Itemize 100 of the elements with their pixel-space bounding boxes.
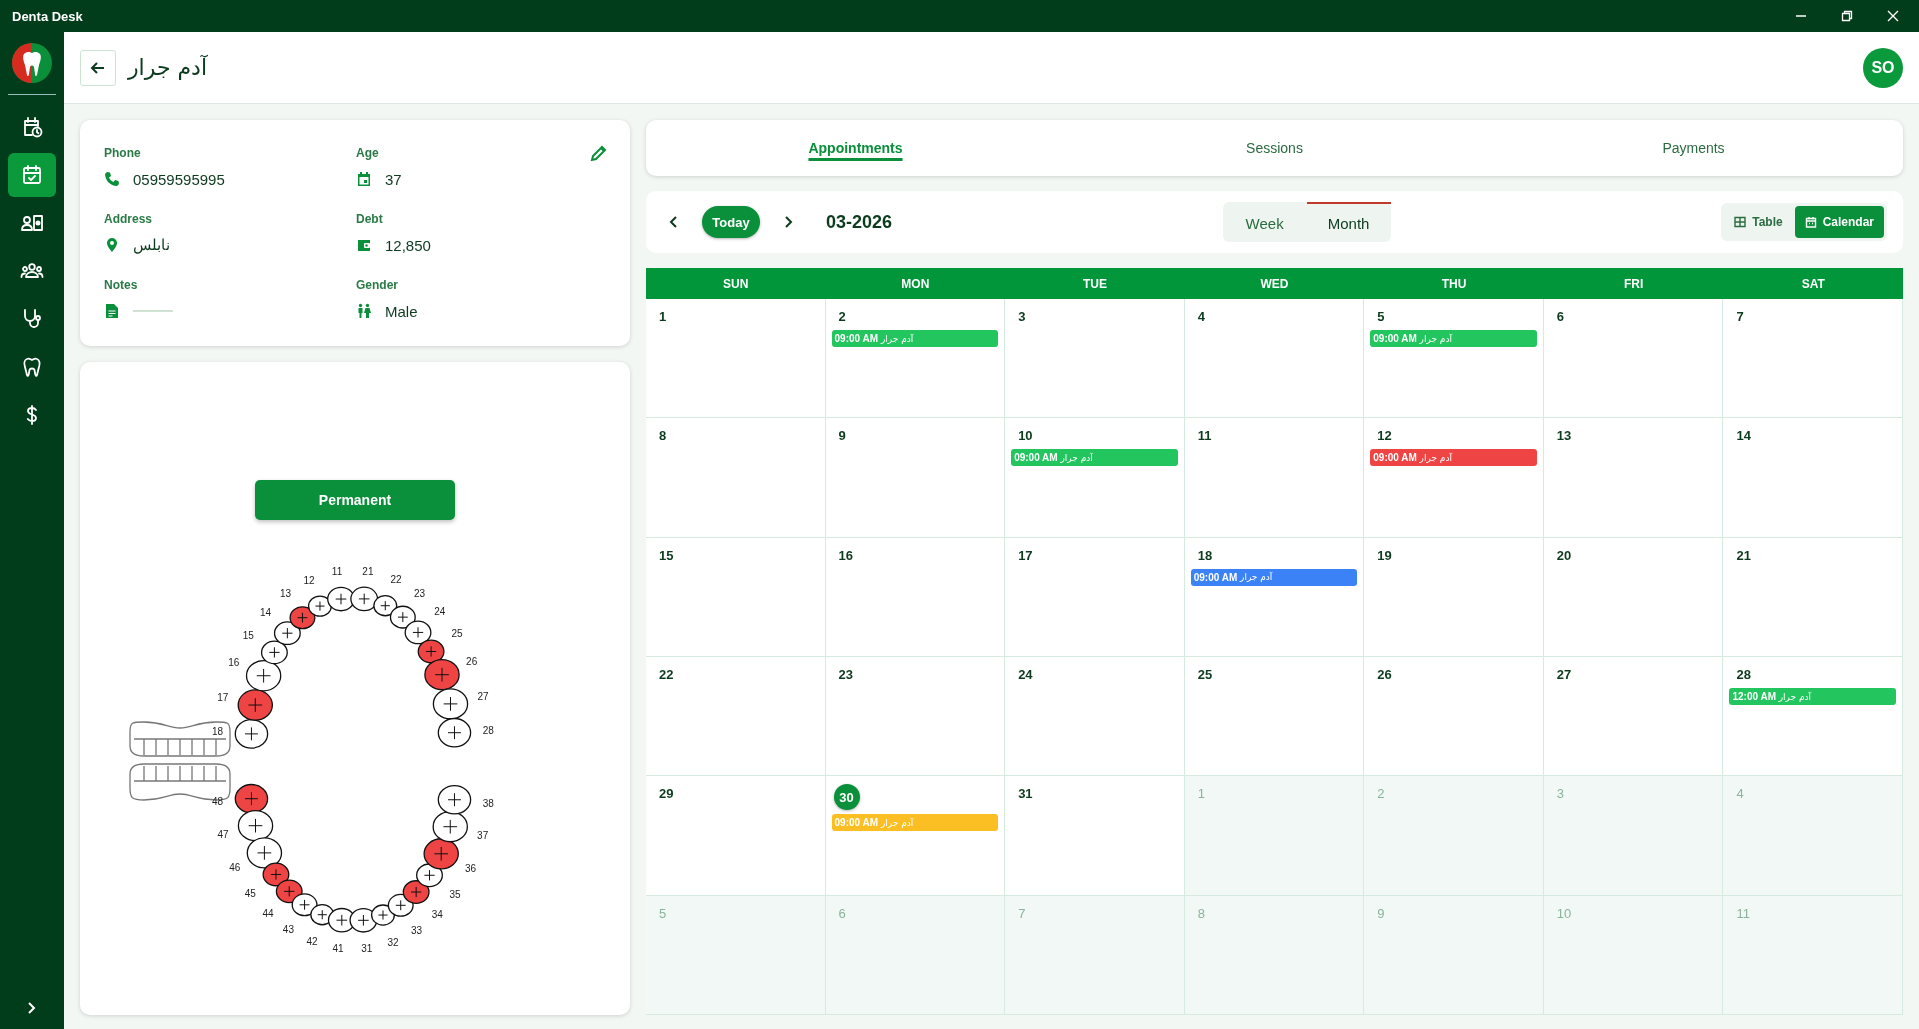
day-number: 6	[1555, 308, 1566, 326]
day-cell[interactable]: 3	[1005, 299, 1185, 419]
day-number: 30	[833, 784, 860, 811]
day-cell[interactable]: 31	[1005, 776, 1185, 896]
tab[interactable]: Payments	[1484, 140, 1903, 156]
tooth[interactable]	[437, 717, 472, 748]
field-value: 37	[385, 170, 402, 188]
expand-chevron-icon[interactable]	[26, 1001, 38, 1015]
day-number: 26	[1376, 666, 1393, 684]
tooth-number: 21	[362, 566, 374, 578]
edit-icon[interactable]	[590, 144, 608, 162]
range-option[interactable]: Week	[1222, 202, 1307, 242]
tooth-number: 35	[449, 888, 461, 900]
day-cell[interactable]: 23	[825, 657, 1006, 777]
day-number: 31	[1017, 785, 1034, 804]
calendar-check-nav-icon[interactable]	[8, 153, 56, 197]
tooth[interactable]	[245, 660, 282, 692]
day-cell[interactable]: 16	[825, 537, 1006, 657]
restore-icon[interactable]	[1841, 10, 1853, 22]
day-cell[interactable]: 24	[1005, 657, 1185, 777]
tooth-number: 38	[482, 797, 494, 809]
tooth[interactable]	[234, 783, 269, 814]
day-cell[interactable]: 11	[1184, 418, 1365, 538]
tooth-number: 13	[280, 588, 292, 600]
tooth-number: 45	[244, 887, 256, 899]
day-cell[interactable]: 14	[1723, 418, 1903, 538]
day-number: 2	[837, 308, 847, 326]
tooth[interactable]	[246, 837, 283, 869]
note-icon	[104, 303, 120, 319]
tooth[interactable]	[373, 595, 398, 617]
day-cell[interactable]: 13	[1543, 418, 1724, 538]
day-cell[interactable]: 21	[1723, 537, 1903, 657]
view-option[interactable]: Table	[1724, 206, 1793, 238]
tooth[interactable]	[437, 784, 472, 815]
tab[interactable]: Sessions	[1065, 140, 1484, 156]
tooth[interactable]	[432, 811, 468, 843]
day-number: 8	[658, 427, 668, 446]
day-number: 7	[1735, 308, 1745, 326]
tooth[interactable]	[424, 659, 460, 691]
tooth-number: 36	[465, 862, 477, 874]
day-number: 28	[1735, 666, 1752, 684]
tooth[interactable]	[237, 810, 274, 842]
tooth-number: 34	[431, 909, 443, 920]
tooth-number: 16	[228, 657, 240, 669]
close-icon[interactable]	[1887, 10, 1899, 22]
tooth[interactable]	[423, 838, 459, 870]
tooth[interactable]	[237, 689, 274, 721]
day-cell[interactable]: 9	[825, 418, 1006, 538]
field-value: 12,850	[385, 236, 431, 254]
tooth[interactable]	[273, 621, 301, 646]
tooth[interactable]	[432, 688, 469, 720]
day-number: 8	[1196, 904, 1206, 923]
day-number: 5	[1376, 308, 1386, 326]
tooth[interactable]	[350, 586, 379, 612]
view-option[interactable]: Calendar	[1794, 206, 1884, 238]
day-number: 11	[1196, 427, 1213, 446]
day-number: 3	[1017, 308, 1027, 326]
day-number: 3	[1555, 785, 1566, 804]
previous-icon[interactable]	[668, 215, 680, 229]
day-cell[interactable]: 19	[1364, 537, 1544, 657]
window-title: Denta Desk	[12, 8, 83, 24]
day-cell[interactable]: 6	[1543, 299, 1724, 419]
upper-denture-icon[interactable]	[129, 721, 231, 757]
wallet-icon	[356, 237, 372, 253]
tab[interactable]: Appointments	[646, 140, 1065, 156]
tooth[interactable]	[404, 620, 432, 645]
field-value: Male	[385, 302, 418, 320]
today-button[interactable]: Today	[702, 206, 760, 238]
tooth-number: 15	[242, 629, 254, 641]
tooth-number: 17	[217, 692, 229, 703]
day-cell[interactable]: 20	[1543, 537, 1724, 657]
tooth[interactable]	[234, 719, 269, 749]
back-button[interactable]	[80, 49, 116, 86]
tooth-number: 25	[451, 628, 463, 640]
day-number: 10	[1017, 427, 1034, 446]
day-cell[interactable]: 29	[646, 776, 826, 896]
day-cell[interactable]: 4	[1184, 299, 1365, 419]
day-number: 2	[1376, 785, 1386, 804]
user-avatar[interactable]: SO	[1863, 47, 1903, 88]
tooth[interactable]	[260, 640, 288, 665]
dentition-button[interactable]: Permanent	[255, 480, 455, 520]
weekday-label: THU	[1440, 276, 1468, 291]
period-label: 03-2026	[826, 211, 893, 233]
day-cell[interactable]: 22	[646, 657, 826, 777]
field-label: Notes	[104, 278, 138, 292]
day-cell[interactable]: 15	[646, 537, 826, 657]
tooth-number: 22	[390, 574, 402, 586]
day-number: 4	[1735, 785, 1745, 804]
day-cell[interactable]: 7	[1723, 299, 1903, 419]
day-number: 14	[1735, 427, 1752, 446]
next-icon[interactable]	[782, 215, 794, 229]
day-cell[interactable]: 1	[646, 299, 826, 419]
day-cell[interactable]: 17	[1005, 537, 1185, 657]
tooth[interactable]	[289, 606, 316, 630]
day-cell[interactable]: 8	[646, 418, 826, 538]
weekday-label: SAT	[1800, 276, 1826, 291]
day-number: 17	[1017, 546, 1034, 565]
calendar-icon	[1804, 216, 1817, 228]
tooth[interactable]	[417, 639, 445, 664]
range-option[interactable]: Month	[1306, 202, 1391, 242]
